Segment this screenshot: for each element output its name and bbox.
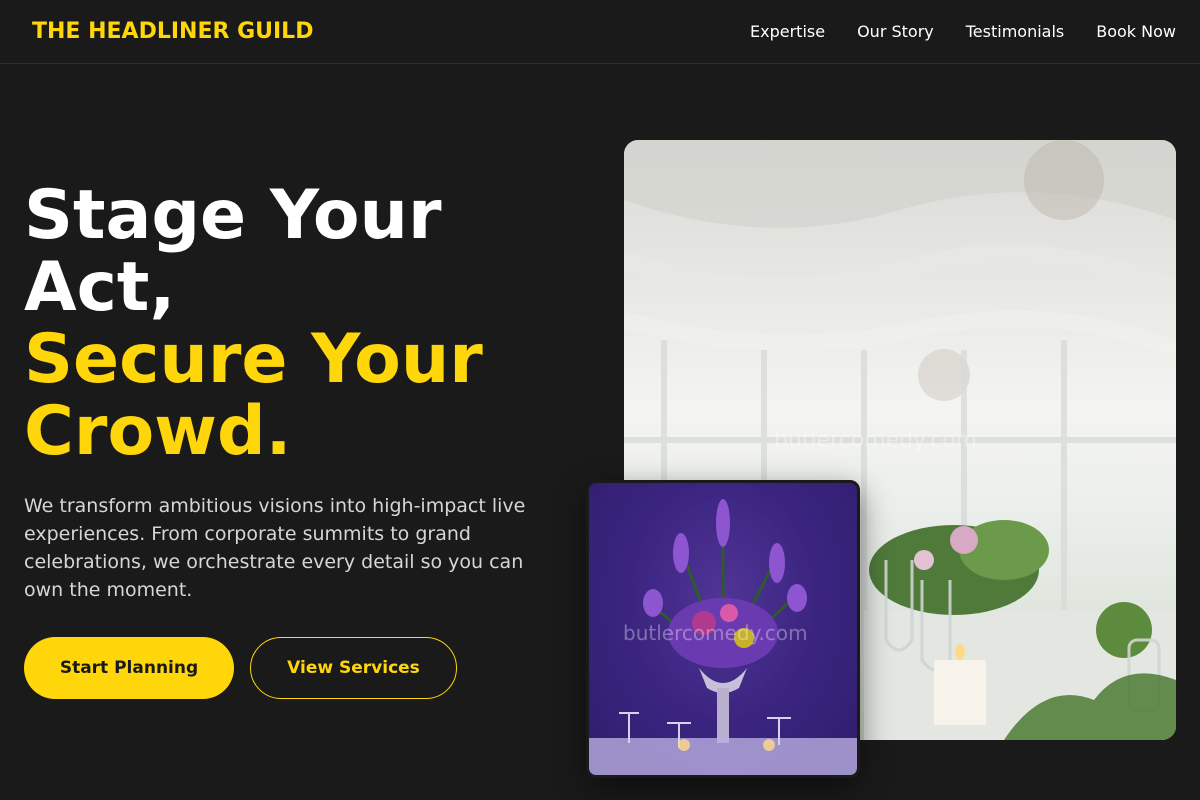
start-planning-button[interactable]: Start Planning [24,637,234,699]
main-photo-watermark: butlercomedy.com [774,428,978,453]
view-services-button[interactable]: View Services [250,637,457,699]
nav-link-our-story[interactable]: Our Story [857,22,934,41]
hero-description: We transform ambitious visions into high… [24,495,526,601]
hero-title-line-3: Secure Your [24,320,483,399]
hero-title: Stage Your Act, Secure Your Crowd. [24,180,584,468]
top-navbar: THE HEADLINER GUILD Expertise Our Story … [0,0,1200,64]
hero-title-line-2: Act, [24,248,176,327]
nav-links: Expertise Our Story Testimonials Book No… [750,22,1176,41]
nav-link-book-now[interactable]: Book Now [1096,22,1176,41]
nav-link-expertise[interactable]: Expertise [750,22,825,41]
small-photo-watermark: butlercomedy.com [623,621,808,645]
hero-title-line-1: Stage Your [24,176,442,255]
floral-centerpiece-photo: butlercomedy.com [586,480,860,778]
nav-link-testimonials[interactable]: Testimonials [966,22,1065,41]
brand-logo[interactable]: THE HEADLINER GUILD [32,19,313,44]
hero-title-line-4: Crowd. [24,392,292,471]
